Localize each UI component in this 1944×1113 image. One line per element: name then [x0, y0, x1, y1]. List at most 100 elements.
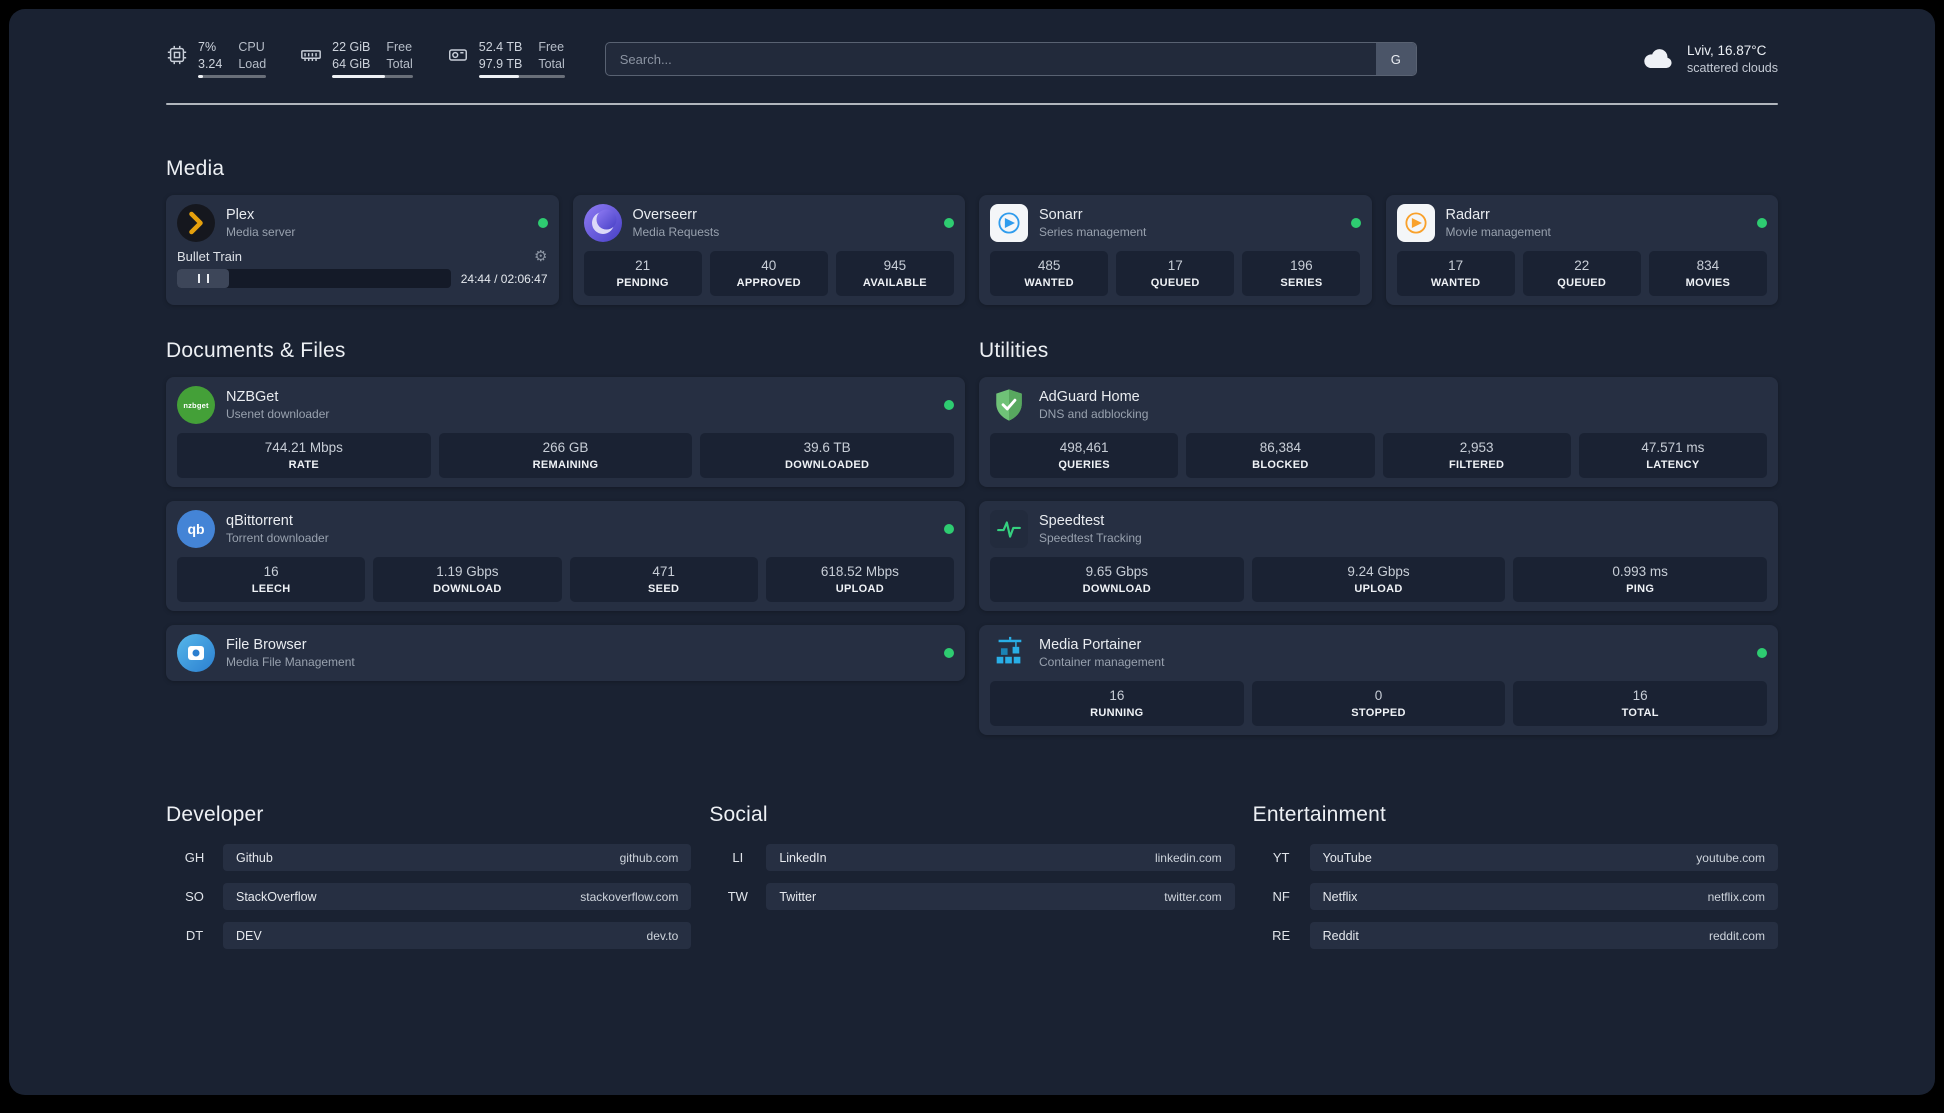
section-title-utilities: Utilities: [979, 339, 1049, 362]
stat-upload: 9.24 Gbps UPLOAD: [1251, 557, 1506, 602]
stat-pending: 21 PENDING: [583, 251, 702, 296]
overseerr-icon: [583, 204, 622, 242]
bookmark-name: LinkedIn: [779, 850, 827, 865]
app-name: qBittorrent: [226, 513, 293, 529]
stat-running: 16 RUNNING: [990, 681, 1244, 726]
nzbget-icon: nzbget: [177, 386, 215, 424]
stat-stopped: 0 STOPPED: [1251, 681, 1506, 726]
cpu-label-2: Load: [238, 57, 267, 71]
app-description: Torrent downloader: [226, 531, 329, 545]
bookmark-dev[interactable]: DT DEV dev.to: [166, 922, 692, 949]
weather-widget: Lviv, 16.87°C scattered clouds: [1640, 43, 1778, 75]
bookmark-name: YouTube: [1322, 850, 1372, 865]
stat-upload: 618.52 Mbps UPLOAD: [765, 557, 954, 602]
stat-download: 1.19 Gbps DOWNLOAD: [373, 557, 562, 602]
bookmark-name: Reddit: [1322, 928, 1359, 943]
cpu-label-1: CPU: [238, 40, 265, 54]
card-adguard[interactable]: AdGuard Home DNS and adblocking 498,461 Q…: [979, 377, 1778, 487]
app-description: Container management: [1039, 655, 1165, 669]
card-qbittorrent[interactable]: qb qBittorrent Torrent downloader 16 LEEC…: [166, 501, 965, 611]
bookmark-youtube[interactable]: YT YouTube youtube.com: [1253, 844, 1778, 871]
app-description: Media server: [226, 225, 296, 239]
card-nzbget[interactable]: nzbget NZBGet Usenet downloader 744.21 M…: [166, 377, 965, 487]
app-description: Media Requests: [632, 225, 720, 239]
now-playing-title: Bullet Train: [177, 249, 243, 264]
bookmark-netflix[interactable]: NF Netflix netflix.com: [1253, 883, 1778, 910]
weather-location: Lviv, 16.87°C: [1686, 43, 1767, 58]
gear-icon[interactable]: ⚙: [534, 249, 547, 264]
section-media: Media Plex Media server Bullet Train ⚙ 2…: [166, 157, 1778, 305]
stat-approved: 40 APPROVED: [709, 251, 828, 296]
search-provider-button[interactable]: G: [1375, 43, 1416, 75]
card-plex[interactable]: Plex Media server Bullet Train ⚙ 24:44 /…: [166, 195, 559, 305]
bookmark-linkedin[interactable]: LI LinkedIn linkedin.com: [709, 844, 1235, 871]
stat-queued: 22 QUEUED: [1522, 251, 1641, 296]
plex-icon: [177, 204, 215, 242]
qbittorrent-icon: qb: [177, 510, 215, 548]
playback-time: 24:44 / 02:06:47: [460, 271, 548, 286]
bookmark-github[interactable]: GH Github github.com: [166, 844, 692, 871]
stat-series: 196 SERIES: [1242, 251, 1361, 296]
top-bar: 7% 3.24 CPU Load 22 GiB 64 GiB Free Tota…: [166, 9, 1778, 82]
bookmark-abbr: SO: [185, 889, 204, 904]
status-dot: [944, 524, 954, 534]
cpu-load: 3.24: [198, 57, 223, 71]
card-sonarr[interactable]: Sonarr Series management 485 WANTED 17 QUE…: [979, 195, 1372, 305]
playback-progress-bar[interactable]: [177, 269, 451, 288]
header-divider: [166, 103, 1778, 105]
app-name: Radarr: [1445, 207, 1490, 223]
bookmark-name: StackOverflow: [236, 889, 317, 904]
card-overseerr[interactable]: Overseerr Media Requests 21 PENDING 40 APP…: [572, 195, 965, 305]
memory-progress-bar: [332, 75, 413, 78]
app-description: Speedtest Tracking: [1039, 531, 1142, 545]
bookmark-url: stackoverflow.com: [580, 889, 679, 904]
bookmark-stackoverflow[interactable]: SO StackOverflow stackoverflow.com: [166, 883, 692, 910]
weather-condition: scattered clouds: [1686, 61, 1778, 75]
portainer-icon: [990, 634, 1028, 672]
bookmark-abbr: RE: [1272, 928, 1291, 943]
memory-label-2: Total: [386, 57, 413, 71]
status-dot: [1757, 648, 1767, 658]
pause-icon[interactable]: [197, 274, 209, 283]
bookmark-url: twitter.com: [1164, 889, 1222, 904]
bookmark-twitter[interactable]: TW Twitter twitter.com: [709, 883, 1235, 910]
disk-total: 97.9 TB: [478, 57, 523, 71]
bookmark-name: Twitter: [779, 889, 817, 904]
cpu-widget: 7% 3.24 CPU Load: [166, 40, 267, 78]
section-title-media: Media: [166, 157, 225, 180]
disk-free: 52.4 TB: [478, 40, 523, 54]
section-title-social: Social: [709, 803, 768, 826]
stat-rate: 744.21 Mbps RATE: [177, 433, 431, 478]
stat-wanted: 485 WANTED: [990, 251, 1109, 296]
bookmark-url: netflix.com: [1707, 889, 1765, 904]
bookmark-abbr: GH: [184, 850, 205, 865]
section-title-documents: Documents & Files: [166, 339, 346, 362]
card-radarr[interactable]: Radarr Movie management 17 WANTED 22 QUEUE…: [1385, 195, 1778, 305]
search-input[interactable]: [605, 43, 1376, 75]
bookmark-reddit[interactable]: RE Reddit reddit.com: [1253, 922, 1778, 949]
stat-leech: 16 LEECH: [177, 557, 366, 602]
stat-total: 16 TOTAL: [1513, 681, 1767, 726]
plex-now-playing: Bullet Train ⚙ 24:44 / 02:06:47: [177, 249, 548, 288]
app-name: Speedtest: [1039, 513, 1105, 529]
bookmark-url: dev.to: [646, 928, 679, 943]
bookmark-group-developer: Developer GH Github github.com SO StackO…: [166, 803, 692, 961]
bookmark-url: youtube.com: [1696, 850, 1765, 865]
status-dot: [944, 218, 954, 228]
stat-movies: 834 MOVIES: [1648, 251, 1767, 296]
bookmark-group-entertainment: Entertainment YT YouTube youtube.com NF …: [1253, 803, 1778, 961]
app-name: NZBGet: [226, 389, 279, 405]
radarr-icon: [1396, 204, 1435, 242]
stat-wanted: 17 WANTED: [1396, 251, 1515, 296]
disk-widget: 52.4 TB 97.9 TB Free Total: [447, 40, 565, 78]
stat-blocked: 86,384 BLOCKED: [1186, 433, 1375, 478]
bookmark-abbr: LI: [732, 850, 744, 865]
disk-label-1: Free: [538, 40, 565, 54]
card-speedtest[interactable]: Speedtest Speedtest Tracking 9.65 Gbps DO…: [979, 501, 1778, 611]
memory-icon: [300, 40, 322, 66]
stat-latency: 47.571 ms LATENCY: [1578, 433, 1767, 478]
card-portainer[interactable]: Media Portainer Container management 16 R…: [979, 625, 1778, 735]
card-filebrowser[interactable]: File Browser Media File Management: [166, 625, 965, 681]
bookmark-name: Netflix: [1322, 889, 1358, 904]
cloud-icon: [1640, 45, 1676, 73]
